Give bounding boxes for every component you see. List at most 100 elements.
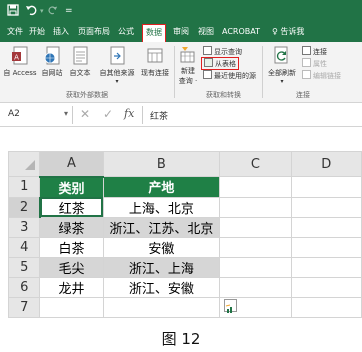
column-header-c[interactable]: C <box>219 151 292 177</box>
cell[interactable] <box>290 176 362 198</box>
enter-icon[interactable]: ✓ <box>103 107 113 121</box>
recent-sources-label: 最近使用的源 <box>214 72 256 80</box>
quick-analysis-icon[interactable] <box>224 299 237 313</box>
cell[interactable]: 安徽 <box>102 236 221 258</box>
existing-connections-label: 现有连接 <box>141 69 169 77</box>
from-other-sources-label: 自其他来源 <box>99 69 135 77</box>
other-sources-icon <box>110 46 125 65</box>
new-query-label-2: 查询 · <box>178 77 198 85</box>
from-web-button[interactable]: 自网站 <box>37 46 67 78</box>
cell[interactable] <box>219 236 292 258</box>
cell[interactable]: 绿茶 <box>39 216 104 238</box>
cell[interactable]: 毛尖 <box>39 256 104 278</box>
row-header[interactable]: 4 <box>7 236 41 258</box>
formula-content[interactable]: 红茶 <box>150 109 168 122</box>
row-header[interactable]: 3 <box>7 216 41 238</box>
table-header-cell[interactable]: 产地 <box>102 176 221 198</box>
cell[interactable] <box>219 276 292 298</box>
column-header-b[interactable]: B <box>102 151 221 177</box>
cell[interactable]: 浙江、江苏、北京 <box>102 216 221 238</box>
refresh-all-label: 全部刷新 <box>268 69 296 77</box>
redo-icon[interactable] <box>48 4 58 20</box>
cell[interactable] <box>290 236 362 258</box>
from-web-label: 自网站 <box>41 69 63 77</box>
new-query-label: 新建 <box>181 67 195 75</box>
figure-caption: 图 12 <box>161 330 201 348</box>
cell[interactable]: 浙江、上海 <box>102 256 221 278</box>
customize-quick-access-icon[interactable]: = <box>65 4 73 18</box>
from-access-label: 自 Access <box>3 69 37 77</box>
cell[interactable] <box>290 196 362 218</box>
text-file-icon <box>73 46 88 65</box>
edit-links-button[interactable]: 编辑链接 <box>302 70 341 81</box>
cell[interactable]: 上海、北京 <box>102 196 221 218</box>
function-icon[interactable]: fx <box>124 107 134 120</box>
tab-home[interactable]: 开始 <box>29 25 45 39</box>
connections-label: 连接 <box>313 48 327 56</box>
new-query-icon <box>180 47 195 63</box>
tab-formulas[interactable]: 公式 <box>118 25 134 39</box>
column-header-a[interactable]: A <box>39 151 104 178</box>
show-queries-button[interactable]: 显示查询 <box>203 46 242 57</box>
chevron-down-icon: ▾ <box>115 78 119 85</box>
from-access-button[interactable]: A 自 Access <box>2 46 38 78</box>
save-icon[interactable] <box>7 4 19 20</box>
group-label-connections: 连接 <box>296 91 310 99</box>
recent-sources-button[interactable]: 最近使用的源 <box>203 70 256 81</box>
connections-button[interactable]: 连接 <box>302 46 327 57</box>
column-header-d[interactable]: D <box>290 151 362 177</box>
cell[interactable] <box>219 216 292 238</box>
cell[interactable] <box>219 256 292 278</box>
tab-tell-me[interactable]: ♀ 告诉我 <box>272 25 304 39</box>
row-header[interactable]: 6 <box>7 276 41 298</box>
tab-view[interactable]: 视图 <box>198 25 214 39</box>
table-icon <box>204 58 213 67</box>
tab-file[interactable]: 文件 <box>7 25 23 39</box>
cancel-icon[interactable]: ✕ <box>80 107 90 121</box>
row-header[interactable]: 1 <box>7 176 41 198</box>
chevron-down-icon: ▾ <box>280 78 284 85</box>
cell[interactable]: 浙江、安徽 <box>102 276 221 298</box>
tab-review[interactable]: 审阅 <box>173 25 189 39</box>
cell[interactable] <box>102 296 221 318</box>
from-text-button[interactable]: 自文本 <box>64 46 96 78</box>
existing-connections-button[interactable]: 现有连接 <box>138 46 172 78</box>
show-queries-label: 显示查询 <box>214 48 242 56</box>
tab-insert[interactable]: 插入 <box>53 25 69 39</box>
selected-cell[interactable]: 红茶 <box>39 196 104 218</box>
tab-data[interactable]: 数据 <box>142 24 166 42</box>
cell[interactable]: 龙井 <box>39 276 104 298</box>
cell[interactable] <box>39 296 104 318</box>
cell[interactable] <box>290 296 362 318</box>
group-divider <box>262 46 263 98</box>
web-icon <box>44 46 60 65</box>
edit-links-label: 编辑链接 <box>313 72 341 80</box>
select-all-corner[interactable] <box>7 151 41 177</box>
cell[interactable] <box>219 176 292 198</box>
name-box[interactable]: A2 <box>8 109 20 119</box>
refresh-all-button[interactable]: 全部刷新 ▾ <box>264 46 300 85</box>
properties-button[interactable]: 属性 <box>302 58 327 69</box>
cell[interactable]: 白茶 <box>39 236 104 258</box>
show-queries-icon <box>203 46 212 55</box>
cell[interactable] <box>290 256 362 278</box>
row-header[interactable]: 2 <box>7 196 41 218</box>
tab-page-layout[interactable]: 页面布局 <box>78 25 110 39</box>
row-header[interactable]: 5 <box>7 256 41 278</box>
undo-icon[interactable] <box>25 4 37 20</box>
new-query-button[interactable]: 新建 查询 · <box>176 46 200 86</box>
undo-dropdown-icon[interactable]: ▾ <box>40 4 44 18</box>
from-table-button[interactable]: 从表格 <box>201 57 239 70</box>
title-bar: ▾ = <box>0 0 362 22</box>
row-header[interactable]: 7 <box>7 296 41 318</box>
cell[interactable] <box>219 196 292 218</box>
cell[interactable] <box>290 276 362 298</box>
edit-links-icon <box>302 70 311 79</box>
cell[interactable] <box>290 216 362 238</box>
name-box-dropdown-icon[interactable]: ▾ <box>64 109 68 118</box>
from-other-sources-button[interactable]: 自其他来源 ▾ <box>96 46 138 85</box>
tab-acrobat[interactable]: ACROBAT <box>222 25 260 39</box>
spreadsheet-grid: A B C D 1 类别 产地 2 红茶 上海、北京 3 绿茶 浙江、江苏、北京… <box>7 151 362 318</box>
table-header-cell[interactable]: 类别 <box>39 176 104 198</box>
svg-text:A: A <box>14 54 19 62</box>
